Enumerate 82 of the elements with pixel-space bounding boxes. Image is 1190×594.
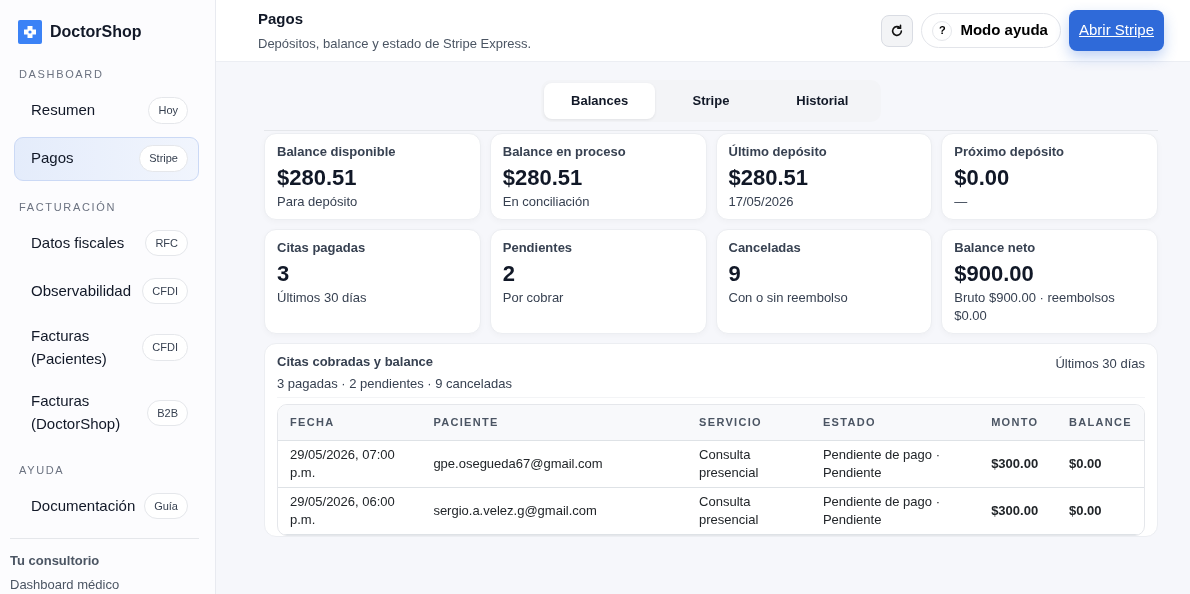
stat-label: Pendientes [502,238,574,257]
refresh-icon [890,23,905,38]
open-stripe-button[interactable]: Abrir Stripe [1068,10,1164,51]
stat-label: Canceladas [728,238,802,257]
column-header: SERVICIO [687,405,811,441]
sidebar-badge: RFC [145,229,188,257]
stat-value: $280.51 [502,164,584,192]
sidebar-item-label: Documentación [31,495,136,516]
stat-note: 17/05/2026 [728,192,795,211]
help-mode-button[interactable]: ? Modo ayuda [921,13,1061,48]
table-cell: 29/05/2026, 06:00 p.m. [278,487,422,535]
refresh-button[interactable] [881,14,914,47]
sidebar-item-label: Facturas (DoctorShop) [31,391,122,434]
footer-title: Tu consultorio [10,552,101,570]
sidebar-item-label: Facturas (Pacientes) [31,326,108,369]
table-cell: $300.00 [979,440,1057,488]
sidebar-item-label: Pagos [31,148,74,169]
stat-value: $280.51 [728,164,810,192]
period-label: Últimos 30 días [1055,355,1145,374]
page-subtitle: Depósitos, balance y estado de Stripe Express. [258,35,532,53]
sidebar-item-label: Observabilidad [31,280,132,301]
stat-label: Citas pagadas [277,238,367,257]
sidebar-item[interactable]: Facturas (DoctorShop) B2B [14,382,199,444]
column-header: PACIENTE [421,405,688,441]
section-label: FACTURACIÓN [19,199,117,215]
stat-value: $280.51 [277,164,358,192]
sidebar-item[interactable]: Facturas (Pacientes) CFDI [14,317,199,379]
table-cell: Consulta presencial [687,487,811,535]
stat-note: Bruto $900.00 · reembolsos $0.00 [954,288,1116,325]
tab[interactable]: Stripe [655,83,767,119]
sidebar-item[interactable]: Pagos Stripe [14,136,199,181]
stat-label: Último depósito [728,142,828,161]
stat-value: $900.00 [954,260,1035,288]
table-cell: sergio.a.velez.g@gmail.com [421,487,688,535]
table-cell: gpe.osegueda67@gmail.com [421,440,688,488]
footer-subtitle: Dashboard médico [10,575,121,594]
stat-note: Para depósito [277,192,359,211]
stat-label: Balance en proceso [502,142,627,161]
column-header: BALANCE [1057,405,1144,441]
sidebar-badge: CFDI [142,277,188,305]
logo-icon [18,20,42,44]
table-cell: 29/05/2026, 07:00 p.m. [278,440,422,488]
sidebar-item[interactable]: Documentación Guía [14,484,199,528]
table-cell: $0.00 [1057,487,1144,535]
column-header: FECHA [278,405,422,441]
table-cell: Pendiente de pago · Pendiente [810,440,980,488]
stat-value: 9 [728,260,742,288]
stat-value: 3 [277,260,291,288]
stat-value: 2 [502,260,516,288]
stat-note: En conciliación [502,192,591,211]
stat-value: $0.00 [954,164,1011,192]
sidebar-item-label: Datos fiscales [31,232,125,253]
sidebar-badge: CFDI [142,334,188,361]
brand-name: DoctorShop [50,22,142,42]
stat-label: Balance neto [954,238,1037,257]
card-summary: 3 pagadas · 2 pendientes · 9 canceladas [277,374,512,393]
sidebar-badge: Hoy [148,97,188,124]
sidebar-item[interactable]: Resumen Hoy [14,88,199,133]
page-title: Pagos [258,8,304,29]
stat-label: Balance disponible [277,142,397,161]
table-cell: $300.00 [979,487,1057,535]
sidebar-item[interactable]: Datos fiscales RFC [14,221,199,265]
table-cell: Pendiente de pago · Pendiente [810,487,980,535]
stat-note: Últimos 30 días [277,288,368,307]
stat-note: Con o sin reembolso [728,288,849,307]
column-header: ESTADO [810,405,980,441]
card-title: Citas cobradas y balance [277,353,435,372]
tab[interactable]: Historial [766,83,878,119]
section-label: AYUDA [19,462,66,478]
stat-note: Por cobrar [502,288,565,307]
sidebar-item[interactable]: Observabilidad CFDI [14,269,199,313]
sidebar-badge: Guía [144,492,188,520]
sidebar-item-label: Resumen [31,100,96,121]
column-header: MONTO [979,405,1057,441]
tab[interactable]: Balances [544,83,656,119]
sidebar-badge: B2B [147,399,188,427]
stat-label: Próximo depósito [954,142,1066,161]
table-cell: Consulta presencial [687,440,811,488]
section-label: DASHBOARD [19,67,105,82]
sidebar-badge: Stripe [139,145,188,172]
stat-note: — [954,192,969,211]
table-cell: $0.00 [1057,440,1144,488]
